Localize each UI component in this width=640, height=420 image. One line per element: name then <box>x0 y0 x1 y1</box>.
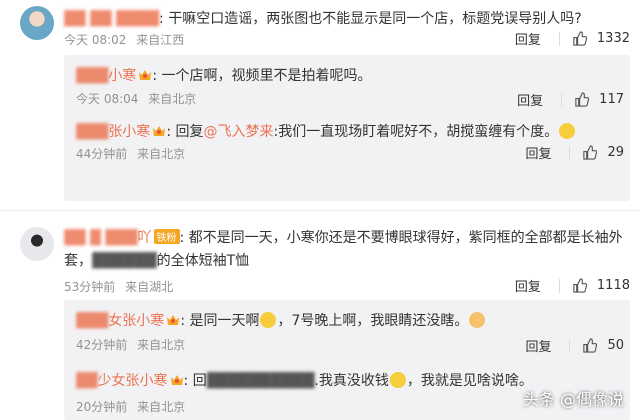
comment-source: 来自湖北 <box>125 280 174 294</box>
reply-text-tail: ，7号晚上啊，我眼睛还没瞎。 <box>277 313 469 329</box>
divider <box>558 31 560 46</box>
emoji-icon <box>389 372 406 388</box>
username-redacted[interactable]: ▓▓ ▓ ▓▓▓ <box>64 230 138 246</box>
crown-badge-icon <box>139 70 152 80</box>
thumbs-up-icon[interactable] <box>582 145 598 160</box>
reply-time: 44分钟前 <box>76 147 128 161</box>
reply-username[interactable]: 女张小寒 <box>108 313 164 329</box>
redacted-text: ▓▓▓▓▓▓▓▓▓▓ <box>206 373 315 389</box>
reply-prefix: : 回复 <box>166 124 204 140</box>
comment-time: 今天 08:02 <box>64 33 127 47</box>
comment-text-line2: 套， <box>64 253 92 269</box>
reply-source: 来自北京 <box>137 400 186 414</box>
divider <box>561 92 563 107</box>
reply-button[interactable]: 回复 <box>525 336 551 355</box>
reply-username[interactable]: 小寒 <box>108 68 136 84</box>
comment-text: : 干嘛空口造谣，两张图也不能显示是同一个店，标题党误导别人吗? <box>159 11 582 27</box>
thumbs-up-icon[interactable] <box>572 31 587 46</box>
like-count: 117 <box>599 92 624 107</box>
divider <box>558 278 560 293</box>
reply-text: : 一个店啊，视频里不是拍着呢吗。 <box>152 68 372 84</box>
like-count: 50 <box>607 338 624 353</box>
reply-button[interactable]: 回复 <box>515 29 541 48</box>
emoji-icon <box>260 312 277 328</box>
comment-username[interactable]: 吖 <box>138 230 152 246</box>
avatar[interactable] <box>20 6 54 40</box>
like-count: 1332 <box>596 31 630 46</box>
reply-2: ▓▓▓张小寒 : 回复@飞入梦来:我们一直现场盯着呢好不，胡搅蛮缠有个度。 44分… <box>64 121 630 181</box>
reply-button[interactable]: 回复 <box>517 90 543 109</box>
username-redacted[interactable]: ▓▓ <box>76 373 98 389</box>
comment-time: 53分钟前 <box>64 280 116 294</box>
divider <box>569 338 571 353</box>
reply-text: : 是同一天啊 <box>180 313 260 329</box>
fans-badge: 铁粉 <box>153 229 180 244</box>
crown-badge-icon <box>170 375 183 385</box>
reply-text-tail: ，我就是见啥说啥。 <box>406 373 533 389</box>
username-redacted[interactable]: ▓▓▓ <box>76 124 108 140</box>
reply-time: 42分钟前 <box>76 338 128 352</box>
reply-1: ▓▓▓小寒: 一个店啊，视频里不是拍着呢吗。 今天 08:04 来自北京 回复 … <box>64 55 630 110</box>
reply-1: ▓▓▓女张小寒: 是同一天啊 ，7号晚上啊，我眼睛还没瞎。 42分钟前 来自北京 … <box>64 300 630 358</box>
reply-time: 今天 08:04 <box>76 92 139 106</box>
mention-link[interactable]: @飞入梦来 <box>203 124 273 140</box>
reply-source: 来自北京 <box>148 92 197 106</box>
crown-badge-icon <box>153 126 166 136</box>
reply-username[interactable]: 少女张小寒 <box>98 373 168 389</box>
username-redacted[interactable]: ▓▓ ▓▓ ▓▓▓▓ <box>64 11 159 27</box>
comment-text-line2-tail: 的全体短袖T恤 <box>156 253 250 269</box>
reply-text: .我真没收钱 <box>314 373 389 389</box>
crown-badge-icon <box>167 315 180 325</box>
emoji-icon <box>469 312 486 328</box>
avatar[interactable] <box>20 227 54 261</box>
reply-button[interactable]: 回复 <box>515 276 541 295</box>
thumbs-up-icon[interactable] <box>574 92 590 107</box>
reply-button[interactable]: 回复 <box>525 143 551 162</box>
username-redacted[interactable]: ▓▓▓ <box>76 68 108 84</box>
replies-panel: ▓▓▓小寒: 一个店啊，视频里不是拍着呢吗。 今天 08:04 来自北京 回复 … <box>64 55 630 201</box>
like-count: 29 <box>607 145 624 160</box>
reply-source: 来自北京 <box>137 338 186 352</box>
comment-text: : 都不是同一天，小寒你还是不要博眼球得好，紫同框的全部都是长袖外 <box>179 230 623 246</box>
like-count: 1118 <box>596 278 630 293</box>
watermark: 头条 @偶像说 <box>522 390 624 409</box>
reply-prefix: : 回 <box>183 373 207 389</box>
emoji-icon <box>559 123 576 139</box>
comment-1: ▓▓ ▓▓ ▓▓▓▓: 干嘛空口造谣，两张图也不能显示是同一个店，标题党误导别人… <box>0 0 640 205</box>
reply-source: 来自北京 <box>137 147 186 161</box>
divider <box>0 210 640 211</box>
redacted-text: ▓▓▓▓▓▓ <box>92 253 157 269</box>
username-redacted[interactable]: ▓▓▓ <box>76 313 108 329</box>
reply-username[interactable]: 张小寒 <box>108 124 150 140</box>
divider <box>76 363 626 364</box>
comment-source: 来自江西 <box>136 33 185 47</box>
reply-text: :我们一直现场盯着呢好不，胡搅蛮缠有个度。 <box>273 124 559 140</box>
divider <box>76 115 626 116</box>
thumbs-up-icon[interactable] <box>582 338 598 353</box>
thumbs-up-icon[interactable] <box>572 278 587 293</box>
reply-time: 20分钟前 <box>76 400 128 414</box>
divider <box>569 145 571 160</box>
